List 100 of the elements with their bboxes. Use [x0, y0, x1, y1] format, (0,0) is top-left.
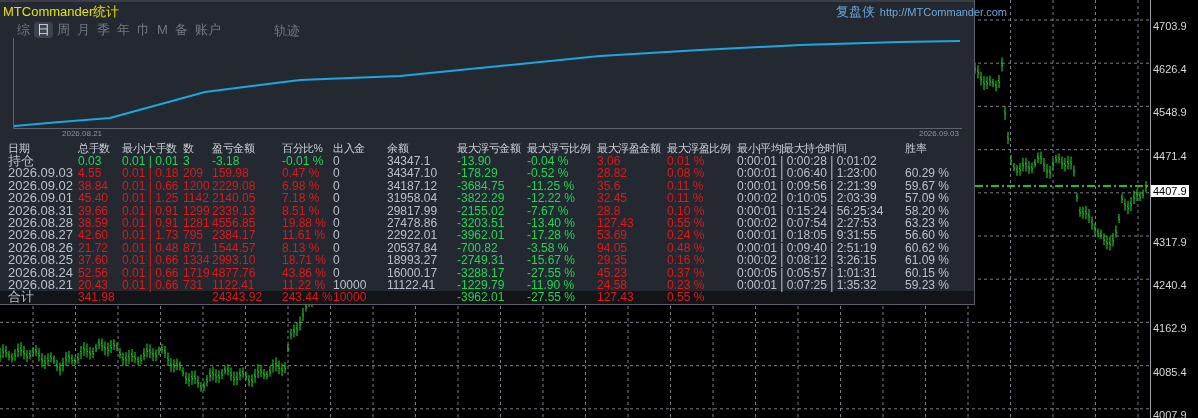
table-cell: -11.90 % — [527, 277, 575, 292]
table-cell: 10000 — [333, 277, 367, 292]
row-label: 持仓 — [8, 153, 34, 168]
table-cell: 0.01 | 0.66 — [122, 178, 179, 193]
table-cell: 52.56 — [78, 265, 109, 280]
table-cell: 0.24 % — [667, 228, 705, 243]
table-cell: 0 — [333, 265, 340, 280]
axis-date-label: 2026.09.03 — [918, 129, 959, 139]
table-cell: 0 — [333, 166, 340, 181]
period-tab[interactable]: 周 — [54, 22, 73, 38]
table-cell: 2229.08 — [212, 178, 256, 193]
period-tab[interactable]: 日 — [34, 22, 53, 38]
table-cell: 0.55 % — [667, 215, 705, 230]
period-tab[interactable]: 轨迹 — [270, 23, 303, 39]
table-cell: 24.58 — [597, 277, 628, 292]
table-cell: 20537.84 — [387, 240, 438, 255]
table-cell: 61.09 % — [905, 253, 950, 268]
brand-name: 复盘侠 — [835, 3, 875, 22]
table-cell: 1281 — [183, 215, 210, 230]
table-cell: 0.01 | 0.48 — [122, 240, 179, 255]
column-header: 最大浮盈金额 — [597, 142, 660, 154]
table-cell: -3822.29 — [457, 191, 505, 206]
table-cell: -3288.17 — [457, 265, 505, 280]
table-cell: 6.98 % — [282, 178, 320, 193]
period-tab[interactable]: 账户 — [191, 22, 224, 38]
table-cell: 0.11 % — [667, 178, 704, 193]
table-cell: 2339.13 — [212, 203, 256, 218]
table-cell: 53.69 — [597, 228, 628, 243]
table-cell: 11.61 % — [282, 228, 326, 243]
period-tab[interactable]: 巾 — [134, 22, 153, 38]
column-header: 余额 — [387, 142, 408, 154]
table-cell: 0:00:01 | 0:18:05 | 9:31:55 — [737, 228, 877, 243]
column-header: 总手数 — [78, 142, 110, 154]
table-cell: 0.01 % — [667, 154, 705, 168]
table-cell: -12.22 % — [527, 191, 576, 206]
table-cell: 20.43 — [78, 277, 109, 292]
table-cell: 159.98 — [212, 166, 249, 181]
table-cell: 0.01 | 0.91 — [122, 203, 179, 218]
period-tab[interactable]: 综 — [14, 22, 33, 38]
period-tab[interactable]: 备 — [171, 22, 191, 38]
period-tab[interactable]: 年 — [114, 22, 133, 38]
table-cell: 37.60 — [78, 253, 109, 268]
table-cell: 58.20 % — [905, 203, 950, 218]
period-tab[interactable]: 季 — [94, 22, 113, 38]
table-cell: 0.47 % — [282, 166, 320, 181]
table-cell: 1544.57 — [212, 240, 256, 255]
table-cell: 209 — [183, 166, 204, 181]
table-cell: 10000 — [333, 290, 367, 305]
column-header: 最大浮盈比例 — [667, 142, 730, 154]
table-cell: -27.55 % — [527, 265, 576, 280]
table-cell: 57.09 % — [905, 191, 950, 206]
table-cell: 4556.85 — [212, 215, 256, 230]
table-cell: -3.58 % — [527, 240, 569, 255]
price-axis-label: 4548.9 — [1153, 106, 1187, 119]
table-cell: 0.01 | 0.18 — [122, 166, 179, 181]
column-header: 出入金 — [333, 142, 365, 154]
table-cell: 31958.04 — [387, 191, 438, 206]
period-tab[interactable]: 月 — [74, 22, 93, 38]
table-cell: 341.98 — [78, 290, 115, 305]
table-cell: -1229.79 — [457, 277, 505, 292]
column-header: 最小|平均|最大持仓时间 — [737, 142, 847, 154]
column-header: 最大浮亏金额 — [457, 142, 520, 154]
table-cell: 0.55 % — [667, 290, 705, 305]
table-cell: 0.01 | 0.66 — [122, 265, 179, 280]
table-cell: 16000.17 — [387, 265, 438, 280]
table-cell: 34187.12 — [387, 178, 438, 193]
table-cell: 8.51 % — [282, 203, 320, 218]
table-cell: 18.71 % — [282, 253, 327, 268]
row-label: 合计 — [8, 289, 34, 305]
column-header: 最大浮亏比例 — [527, 142, 590, 154]
current-price-label: 4407.9 — [1151, 184, 1189, 197]
table-cell: 0.11 % — [667, 191, 704, 206]
table-cell: 0 — [333, 215, 340, 230]
table-cell: -700.82 — [457, 240, 498, 255]
table-cell: 0.16 % — [667, 253, 705, 268]
period-tab[interactable]: M — [154, 22, 171, 38]
column-header: 日期 — [8, 142, 29, 154]
table-cell: 7.18 % — [282, 191, 320, 206]
table-cell: 127.43 — [597, 290, 634, 305]
table-cell: 38.59 — [78, 215, 109, 230]
table-cell: 0.01 | 0.66 — [122, 277, 179, 292]
table-cell: -3684.75 — [457, 178, 505, 193]
website-link[interactable]: http://MTCommander.com — [879, 3, 1007, 21]
table-cell: -2155.02 — [457, 203, 505, 218]
table-cell: 1299 — [183, 203, 210, 218]
table-cell: 45.23 — [597, 265, 628, 280]
table-cell: 1334 — [183, 253, 210, 268]
row-label: 2026.09.02 — [8, 177, 74, 193]
table-cell: -15.67 % — [527, 253, 576, 268]
table-cell: -3203.51 — [457, 215, 505, 230]
table-cell: 35.6 — [597, 178, 621, 193]
table-cell: 0:00:01 | 0:00:28 | 0:01:02 — [737, 154, 877, 168]
table-cell: 60.62 % — [905, 240, 950, 255]
table-cell: 0 — [333, 178, 340, 193]
table-cell: 63.23 % — [905, 215, 950, 230]
table-cell: -0.01 % — [282, 154, 324, 168]
table-cell: 0 — [333, 154, 340, 168]
table-cell: 2140.05 — [212, 191, 256, 206]
price-axis-label: 4007.9 — [1153, 408, 1187, 418]
column-header: 百分比% — [282, 142, 323, 154]
